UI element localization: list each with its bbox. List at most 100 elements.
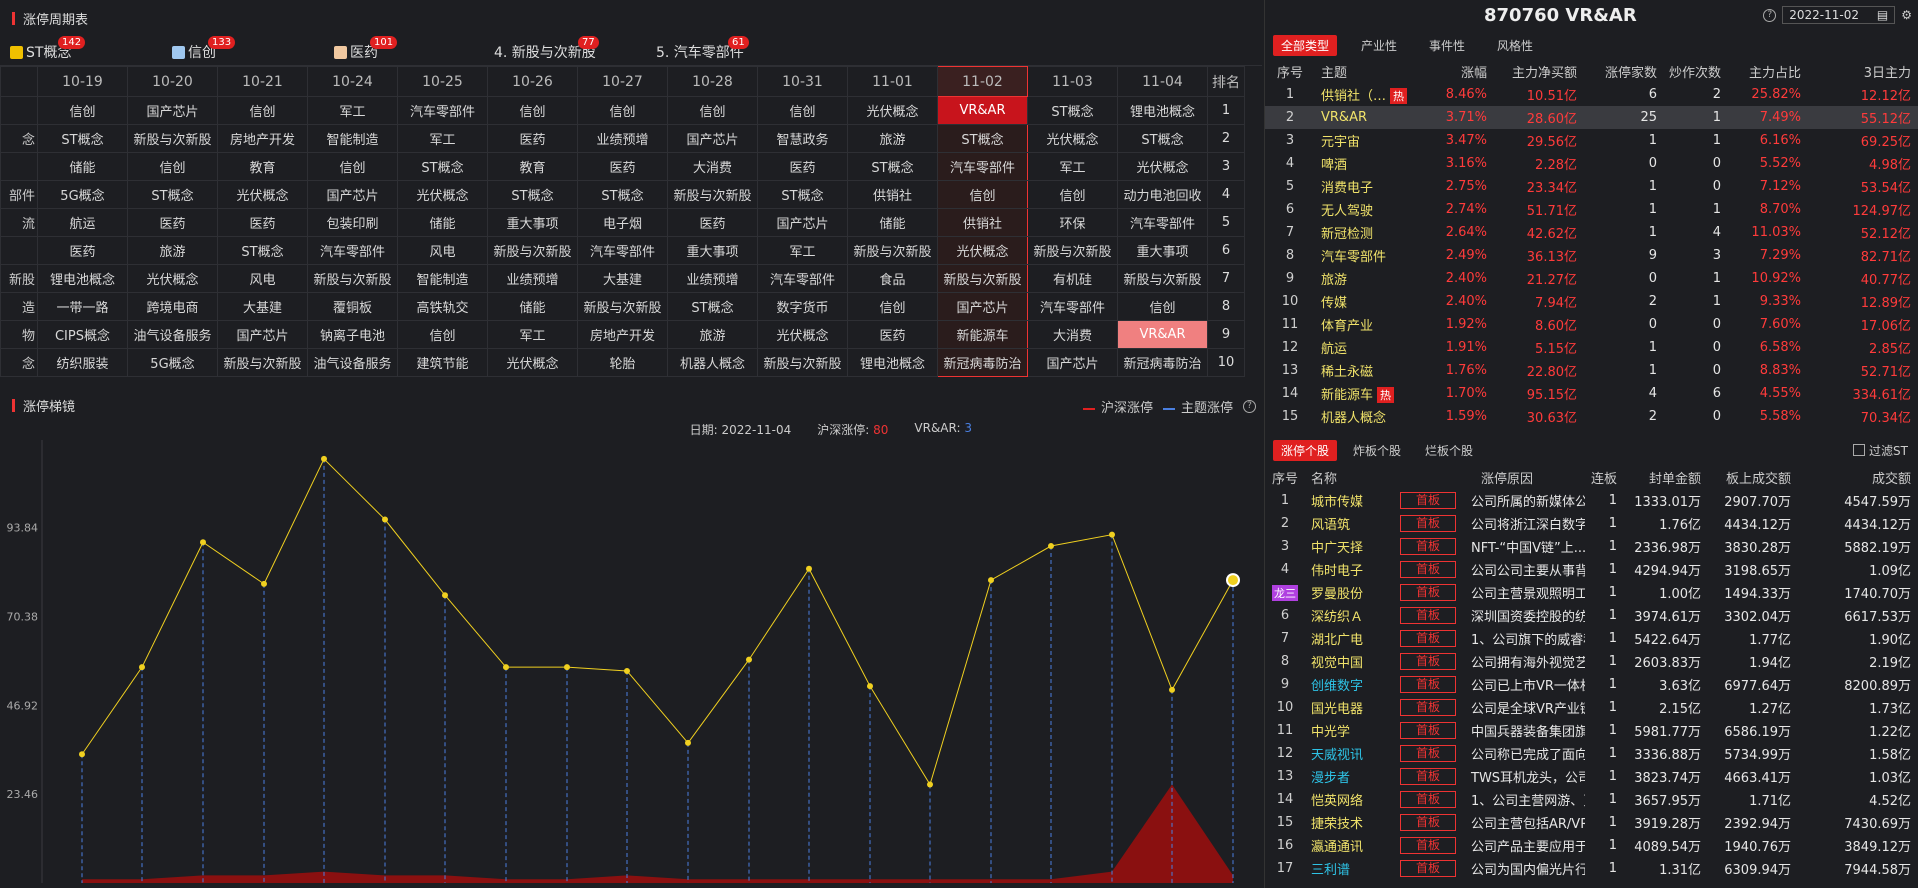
theme-tab-4[interactable]: 5. 汽车零部件 61 xyxy=(656,36,749,62)
grid-theme-cell[interactable]: 光伏概念 xyxy=(486,348,578,377)
stock-row[interactable]: 1 城市传媒首板公司所属的新媒体公... 1 1333.01万 2907.70万 4547… xyxy=(1265,489,1918,512)
theme-row[interactable]: 14 新能源车热 1.70% 95.15亿 4 6 4.55% 334.61亿 xyxy=(1265,382,1918,405)
grid-date-header[interactable]: 10-20 xyxy=(126,66,218,97)
grid-theme-cell[interactable]: 重大事项 xyxy=(486,208,578,237)
stock-col-header[interactable]: 连板 xyxy=(1585,466,1625,489)
stock-name[interactable]: 创维数字 xyxy=(1305,673,1391,696)
grid-theme-cell[interactable]: 食品 xyxy=(846,264,938,293)
grid-theme-cell[interactable]: 数字货币 xyxy=(756,292,848,321)
grid-theme-cell[interactable]: 新股与次新股 xyxy=(846,236,938,265)
limit-reason[interactable]: 1、公司旗下的威睿科... xyxy=(1465,627,1585,650)
grid-theme-cell[interactable]: 军工 xyxy=(306,96,398,125)
grid-theme-cell[interactable]: 机器人概念 xyxy=(666,348,758,377)
grid-theme-cell[interactable]: 新冠病毒防治 xyxy=(1116,348,1208,377)
date-picker[interactable]: 2022-11-02 ▤ xyxy=(1782,6,1896,24)
theme-row[interactable]: 5 消费电子 2.75% 23.34亿 1 0 7.12% 53.54亿 xyxy=(1265,175,1918,198)
grid-date-header[interactable]: 10-27 xyxy=(576,66,668,97)
theme-tab-2[interactable]: 医药 101 xyxy=(334,36,398,62)
grid-theme-cell[interactable]: 信创 xyxy=(396,320,488,349)
grid-theme-cell[interactable]: 纺织服装 xyxy=(36,348,128,377)
grid-theme-cell[interactable]: 业绩预增 xyxy=(666,264,758,293)
grid-theme-cell[interactable]: 汽车零部件 xyxy=(306,236,398,265)
grid-theme-cell[interactable]: ST概念 xyxy=(396,152,488,181)
grid-theme-cell[interactable]: 国产芯片 xyxy=(306,180,398,209)
stock-row[interactable]: 4 伟时电子首板公司公司主要从事背... 1 4294.94万 3198.65万 1.09… xyxy=(1265,558,1918,581)
stock-row[interactable]: 9 创维数字首板公司已上市VR一体机... 1 3.63亿 6977.64万 8200.8… xyxy=(1265,673,1918,696)
grid-theme-cell[interactable]: 环保 xyxy=(1026,208,1118,237)
grid-theme-cell[interactable]: 油气设备服务 xyxy=(306,348,398,377)
grid-theme-cell[interactable]: 大基建 xyxy=(576,264,668,293)
stock-row[interactable]: 8 视觉中国首板公司拥有海外视觉艺... 1 2603.83万 1.94亿 2.19亿 xyxy=(1265,650,1918,673)
grid-theme-cell[interactable]: 新股与次新股 xyxy=(666,180,758,209)
grid-date-header[interactable]: 10-24 xyxy=(306,66,398,97)
limit-reason[interactable]: 公司公司主要从事背... xyxy=(1465,558,1585,581)
grid-theme-cell[interactable]: 覆铜板 xyxy=(306,292,398,321)
grid-theme-cell[interactable]: 信创 xyxy=(666,96,758,125)
theme-row[interactable]: 13 稀土永磁 1.76% 22.80亿 1 0 8.83% 52.71亿 xyxy=(1265,359,1918,382)
limit-up-chart[interactable]: 23.46 46.92 70.38 93.84 xyxy=(0,440,1262,888)
stock-name[interactable]: 天威视讯 xyxy=(1305,742,1391,765)
stock-name[interactable]: 深纺织Ａ xyxy=(1305,604,1391,627)
grid-theme-cell[interactable]: 智能制造 xyxy=(396,264,488,293)
grid-theme-cell[interactable]: 教育 xyxy=(486,152,578,181)
data-point[interactable] xyxy=(1109,531,1115,538)
grid-theme-cell[interactable]: 汽车零部件 xyxy=(756,264,848,293)
theme-row[interactable]: 1 供销社（… 热 8.46% 10.51亿 6 2 25.82% 12.12亿 xyxy=(1265,83,1918,106)
grid-date-header[interactable]: 10-28 xyxy=(666,66,758,97)
grid-theme-cell[interactable]: ST概念 xyxy=(936,124,1028,153)
grid-theme-cell[interactable]: 国产芯片 xyxy=(126,96,218,125)
grid-theme-cell[interactable]: 新股与次新股 xyxy=(576,292,668,321)
stock-col-header[interactable]: 序号 xyxy=(1265,466,1305,489)
grid-theme-cell[interactable]: 大消费 xyxy=(666,152,758,181)
data-point[interactable] xyxy=(321,455,327,462)
theme-row[interactable]: 3 元宇宙 3.47% 29.56亿 1 1 6.16% 69.25亿 xyxy=(1265,129,1918,152)
data-point[interactable] xyxy=(503,664,509,671)
data-point[interactable] xyxy=(442,592,448,599)
grid-theme-cell[interactable]: 新股与次新股 xyxy=(756,348,848,377)
stock-name[interactable]: 国光电器 xyxy=(1305,696,1391,719)
theme-col-header[interactable]: 涨幅 xyxy=(1425,60,1495,83)
theme-row[interactable]: 15 机器人概念 1.59% 30.63亿 2 0 5.58% 70.34亿 xyxy=(1265,405,1918,428)
grid-theme-cell[interactable]: 储能 xyxy=(396,208,488,237)
grid-theme-cell[interactable]: 大消费 xyxy=(1026,320,1118,349)
grid-theme-cell[interactable]: 高铁轨交 xyxy=(396,292,488,321)
grid-theme-cell[interactable]: 医药 xyxy=(216,208,308,237)
grid-theme-cell[interactable]: 旅游 xyxy=(126,236,218,265)
grid-theme-cell[interactable]: 包装印刷 xyxy=(306,208,398,237)
limit-reason[interactable]: 公司所属的新媒体公... xyxy=(1465,489,1585,512)
stock-row[interactable]: 14 恺英网络首板 1、公司主营网游、页... 1 3657.95万 1.71亿 4.52亿 xyxy=(1265,788,1918,811)
grid-theme-cell[interactable]: ST概念 xyxy=(576,180,668,209)
data-point[interactable] xyxy=(139,664,145,671)
stock-col-header[interactable]: 成交额 xyxy=(1799,466,1918,489)
data-point[interactable] xyxy=(746,656,752,663)
grid-theme-cell[interactable]: 信创 xyxy=(216,96,308,125)
theme-row[interactable]: 10 传媒 2.40% 7.94亿 2 1 9.33% 12.89亿 xyxy=(1265,290,1918,313)
theme-col-header[interactable]: 主力占比 xyxy=(1729,60,1809,83)
grid-theme-cell[interactable]: 军工 xyxy=(396,124,488,153)
help-icon[interactable]: ? xyxy=(1763,8,1777,22)
stock-col-header[interactable]: 涨停原因 xyxy=(1391,466,1585,489)
theme-row[interactable]: 12 航运 1.91% 5.15亿 1 0 6.58% 2.85亿 xyxy=(1265,336,1918,359)
grid-theme-cell[interactable]: VR&AR xyxy=(936,96,1028,125)
grid-theme-cell[interactable]: 国产芯片 xyxy=(216,320,308,349)
theme-tab-0[interactable]: ST概念 142 xyxy=(10,36,86,62)
data-point[interactable] xyxy=(806,565,812,572)
data-point[interactable] xyxy=(382,516,388,523)
data-point[interactable] xyxy=(261,580,267,587)
limit-reason[interactable]: 1、公司主营网游、页... xyxy=(1465,788,1585,811)
stock-row[interactable]: 龙三罗曼股份首板公司主营景观照明工... 1 1.00亿 1494.33万 1740.7… xyxy=(1265,581,1918,604)
theme-row[interactable]: 9 旅游 2.40% 21.27亿 0 1 10.92% 40.77亿 xyxy=(1265,267,1918,290)
grid-theme-cell[interactable]: 军工 xyxy=(1026,152,1118,181)
grid-theme-cell[interactable]: 新股与次新股 xyxy=(936,264,1028,293)
grid-date-header[interactable]: 10-26 xyxy=(486,66,578,97)
stock-row[interactable]: 6 深纺织Ａ 首板深圳国资委控股的纺... 1 3974.61万 3302.04万 6617… xyxy=(1265,604,1918,627)
grid-date-header[interactable]: 11-01 xyxy=(846,66,938,97)
limit-reason[interactable]: 公司已上市VR一体机... xyxy=(1465,673,1585,696)
grid-theme-cell[interactable]: 信创 xyxy=(576,96,668,125)
filter-st[interactable]: 过滤ST xyxy=(1853,442,1908,459)
grid-theme-cell[interactable]: 信创 xyxy=(1026,180,1118,209)
theme-col-header[interactable]: 3日主力 xyxy=(1809,60,1918,83)
grid-theme-cell[interactable]: 信创 xyxy=(126,152,218,181)
grid-theme-cell[interactable]: 旅游 xyxy=(846,124,938,153)
limit-reason[interactable]: 公司主营景观照明工... xyxy=(1465,581,1585,604)
